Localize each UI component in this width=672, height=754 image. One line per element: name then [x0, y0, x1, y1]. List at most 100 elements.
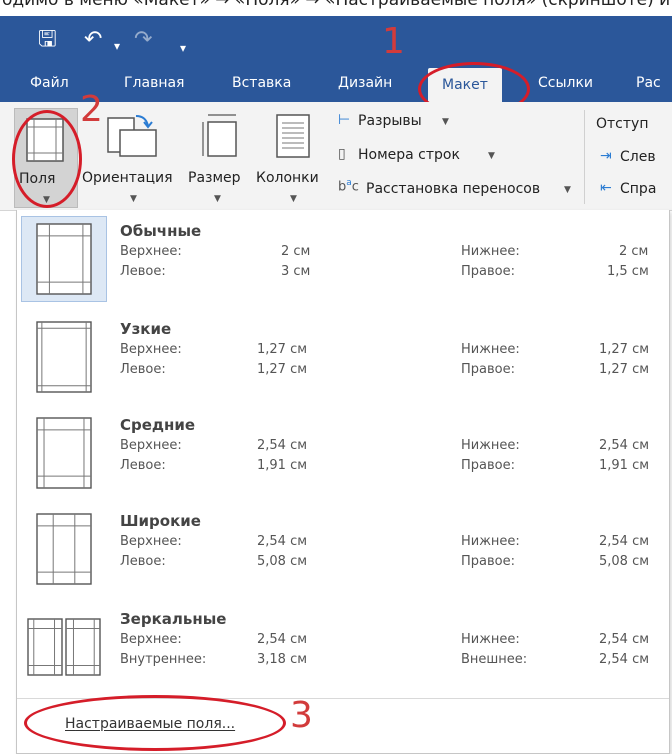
value-left: 3 см	[281, 264, 311, 279]
breaks-label: Разрывы	[358, 113, 422, 129]
line-numbers-icon: ▯	[338, 146, 346, 162]
line-numbers-label: Номера строк	[358, 147, 460, 163]
annotation-3: 3	[290, 695, 313, 736]
breaks-icon: ⊢	[338, 112, 351, 128]
label-top: Верхнее:	[120, 534, 182, 549]
tab-home[interactable]: Главная	[124, 74, 184, 92]
label-left: Левое:	[120, 458, 166, 473]
preset-narrow[interactable]: Узкие Верхнее: 1,27 см Левое: 1,27 см Ни…	[17, 312, 669, 408]
label-right: Правое:	[461, 264, 515, 279]
tab-references[interactable]: Ссылки	[538, 74, 593, 92]
value-top: 2,54 см	[257, 438, 308, 453]
size-button[interactable]: Размер ▼	[186, 108, 254, 208]
value-left: 5,08 см	[257, 554, 308, 569]
annotation-1: 1	[382, 21, 405, 62]
preset-name: Узкие	[120, 320, 172, 338]
value-top: 2,54 см	[257, 534, 308, 549]
value-top: 1,27 см	[257, 342, 308, 357]
chevron-down-icon: ▼	[564, 185, 571, 195]
redo-icon: ↷	[134, 27, 153, 52]
save-icon[interactable]: 🖫	[38, 26, 57, 54]
hyphenation-button[interactable]: bac Расстановка переносов ▼	[338, 178, 578, 202]
preset-mirrored[interactable]: Зеркальные Верхнее: 2,54 см Внутреннее: …	[17, 602, 669, 698]
document-text-strip: одимо в меню «Макет» → «Поля» → «Настраи…	[0, 0, 672, 16]
undo-dropdown-icon[interactable]: ▾	[114, 32, 120, 60]
value-bottom: 2,54 см	[599, 534, 650, 549]
hyphenation-icon: bac	[338, 178, 359, 195]
label-top: Верхнее:	[120, 342, 182, 357]
indent-left-icon: ⇥	[600, 148, 612, 164]
preset-wide[interactable]: Широкие Верхнее: 2,54 см Левое: 5,08 см …	[17, 504, 669, 600]
label-left: Левое:	[120, 362, 166, 377]
customize-toolbar-icon[interactable]: ▾	[180, 34, 186, 62]
group-separator	[584, 110, 585, 204]
page-margins-icon	[36, 513, 92, 585]
annotation-2: 2	[80, 89, 103, 130]
margins-dropdown: Обычные Верхнее: 2 см Левое: 3 см Нижнее…	[16, 210, 670, 754]
label-left: Левое:	[120, 264, 166, 279]
tab-insert[interactable]: Вставка	[232, 74, 291, 92]
value-right: 5,08 см	[599, 554, 650, 569]
tab-file[interactable]: Файл	[30, 74, 69, 92]
value-bottom: 2 см	[619, 244, 649, 259]
preset-name: Обычные	[120, 222, 202, 240]
label-right: Правое:	[461, 458, 515, 473]
value-left: 1,91 см	[257, 458, 308, 473]
value-left: 1,27 см	[257, 362, 308, 377]
undo-icon[interactable]: ↶	[84, 26, 102, 54]
value-right: 1,5 см	[607, 264, 649, 279]
label-top: Верхнее:	[120, 438, 182, 453]
preset-thumbnail	[21, 314, 107, 400]
size-label: Размер	[188, 170, 241, 186]
page-margins-icon	[36, 321, 92, 393]
label-bottom: Нижнее:	[461, 342, 520, 357]
breaks-button[interactable]: ⊢ Разрывы ▼	[338, 112, 458, 134]
indent-label: Отступ	[596, 116, 649, 132]
size-icon	[202, 114, 237, 157]
page-margins-icon	[36, 223, 92, 295]
annotation-ellipse-margins-button	[12, 110, 82, 208]
preset-moderate[interactable]: Средние Верхнее: 2,54 см Левое: 1,91 см …	[17, 408, 669, 504]
chevron-down-icon: ▼	[442, 117, 449, 127]
label-inside: Внутреннее:	[120, 652, 207, 667]
tab-mailings[interactable]: Рас	[636, 74, 661, 92]
preset-name: Средние	[120, 416, 196, 434]
label-bottom: Нижнее:	[461, 244, 520, 259]
value-right: 1,27 см	[599, 362, 650, 377]
columns-button[interactable]: Колонки ▼	[256, 108, 330, 208]
columns-icon	[276, 114, 310, 158]
value-bottom: 2,54 см	[599, 438, 650, 453]
preset-normal[interactable]: Обычные Верхнее: 2 см Левое: 3 см Нижнее…	[17, 214, 669, 310]
label-bottom: Нижнее:	[461, 534, 520, 549]
label-bottom: Нижнее:	[461, 632, 520, 647]
chevron-down-icon: ▼	[130, 194, 137, 204]
label-top: Верхнее:	[120, 244, 182, 259]
page-margins-icon	[27, 618, 101, 676]
value-bottom: 1,27 см	[599, 342, 650, 357]
value-inside: 3,18 см	[257, 652, 308, 667]
label-left: Левое:	[120, 554, 166, 569]
page-margins-icon	[36, 417, 92, 489]
value-top: 2 см	[281, 244, 311, 259]
preset-name: Широкие	[120, 512, 201, 530]
line-numbers-button[interactable]: ▯ Номера строк ▼	[338, 146, 506, 168]
annotation-ellipse-custom-margins	[24, 695, 286, 751]
chevron-down-icon: ▼	[214, 194, 221, 204]
label-right: Правое:	[461, 554, 515, 569]
hyphenation-label: Расстановка переносов	[366, 181, 541, 197]
chevron-down-icon: ▼	[488, 151, 495, 161]
orientation-label: Ориентация	[82, 170, 173, 186]
orientation-icon	[107, 115, 157, 157]
title-bar: 🖫 ↶ ▾ ↷ ▾	[0, 16, 672, 66]
indent-left-field[interactable]: ⇥ Слев	[600, 148, 672, 170]
indent-right-label: Спра	[620, 181, 657, 197]
value-top: 2,54 см	[257, 632, 308, 647]
value-outside: 2,54 см	[599, 652, 650, 667]
tab-design[interactable]: Дизайн	[338, 74, 392, 92]
document-text: одимо в меню «Макет» → «Поля» → «Настраи…	[2, 0, 671, 10]
indent-right-field[interactable]: ⇤ Спра	[600, 180, 672, 202]
preset-thumbnail	[21, 410, 107, 496]
preset-name: Зеркальные	[120, 610, 227, 628]
chevron-down-icon: ▼	[290, 194, 297, 204]
preset-thumbnail	[21, 604, 107, 690]
